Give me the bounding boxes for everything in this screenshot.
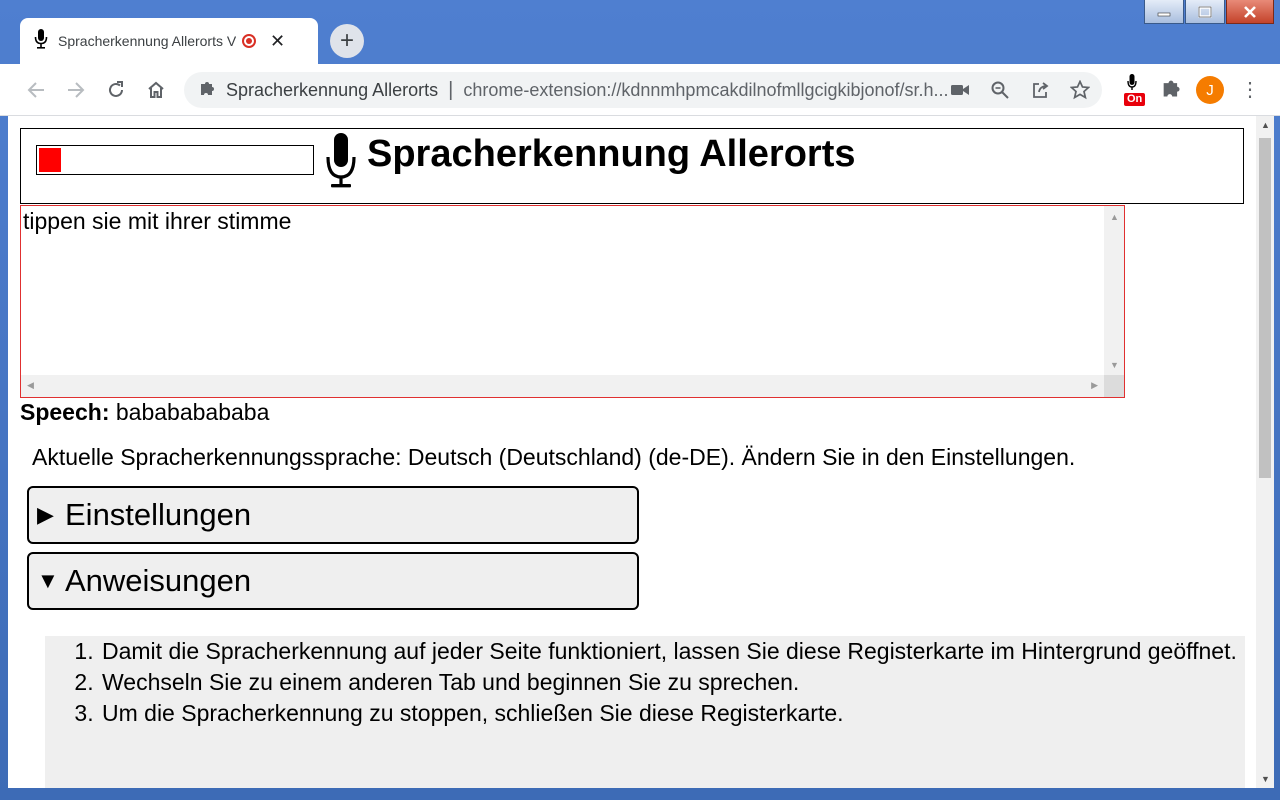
instructions-summary[interactable]: ▼ Anweisungen [27,552,639,610]
profile-avatar[interactable]: J [1196,76,1224,104]
tab-close-icon[interactable]: ✕ [270,32,285,50]
page-scroll-thumb[interactable] [1259,138,1271,478]
collapsed-triangle-icon: ▶ [37,502,54,527]
speech-label: Speech: [20,399,110,425]
textarea-vertical-scrollbar[interactable]: ▲ ▼ [1104,206,1124,376]
extensions-icon[interactable] [1160,77,1182,104]
browser-window: Spracherkennung Allerorts V ✕ + Spracher… [0,0,1280,800]
scroll-up-arrow-icon[interactable]: ▲ [1110,212,1119,222]
page-scroll-up-icon[interactable]: ▲ [1261,120,1270,130]
settings-summary[interactable]: ▶ Einstellungen [27,486,639,544]
new-tab-button[interactable]: + [330,24,364,58]
list-item: Um die Spracherkennung zu stoppen, schli… [100,698,1245,729]
list-item: Wechseln Sie zu einem anderen Tab und be… [100,667,1245,698]
address-bar[interactable]: Spracherkennung Allerorts | chrome-exten… [184,72,1102,108]
share-icon[interactable] [1028,78,1052,102]
expanded-triangle-icon: ▼ [37,568,59,593]
voice-extension-icon[interactable]: On [1118,74,1146,106]
omnibox-separator: | [448,78,454,101]
page-vertical-scrollbar[interactable]: ▲ ▼ [1256,116,1274,788]
zoom-icon[interactable] [988,78,1012,102]
instructions-list: Damit die Spracherkennung auf jeder Seit… [45,636,1245,729]
app-header: Spracherkennung Allerorts [20,128,1244,204]
camera-icon[interactable] [948,78,972,102]
transcript-textarea[interactable]: tippen sie mit ihrer stimme ▲ ▼ ◀ ▶ [20,205,1125,398]
instructions-panel: Damit die Spracherkennung auf jeder Seit… [45,636,1245,788]
url-text[interactable]: chrome-extension://kdnnmhpmcakdilnofmllg… [463,80,947,101]
page-scroll-down-icon[interactable]: ▼ [1261,774,1270,784]
active-tab[interactable]: Spracherkennung Allerorts V ✕ [20,18,318,64]
extension-puzzle-icon [198,79,216,102]
reload-icon[interactable] [104,78,128,102]
forward-icon[interactable] [64,78,88,102]
tab-strip: Spracherkennung Allerorts V ✕ + [0,0,1280,64]
speech-value: babababababa [115,399,270,425]
tab-title: Spracherkennung Allerorts V [58,33,236,49]
page-content: Spracherkennung Allerorts tippen sie mit… [8,116,1256,788]
microphone-icon[interactable] [325,133,357,196]
scroll-down-arrow-icon[interactable]: ▼ [1110,360,1119,370]
recording-indicator-icon [242,34,256,48]
home-icon[interactable] [144,78,168,102]
scroll-left-arrow-icon[interactable]: ◀ [27,380,34,391]
scroll-right-arrow-icon[interactable]: ▶ [1091,380,1098,391]
microphone-icon [34,28,48,54]
settings-label: Einstellungen [65,497,252,532]
speech-status: Speech: babababababa [20,399,269,426]
extension-on-badge: On [1124,93,1146,106]
window-bottom-border [0,788,1280,800]
list-item: Damit die Spracherkennung auf jeder Seit… [100,636,1245,667]
bookmark-star-icon[interactable] [1068,78,1092,102]
back-icon[interactable] [24,78,48,102]
transcript-text: tippen sie mit ihrer stimme [23,208,292,234]
audio-level-meter [36,145,314,175]
current-language-text: Aktuelle Spracherkennungssprache: Deutsc… [32,444,1076,470]
instructions-label: Anweisungen [65,563,252,598]
textarea-horizontal-scrollbar[interactable]: ◀ ▶ [21,375,1104,397]
audio-level-fill [39,148,61,172]
site-name: Spracherkennung Allerorts [226,79,439,100]
menu-icon[interactable]: ⋮ [1240,80,1260,100]
browser-toolbar: Spracherkennung Allerorts | chrome-exten… [0,64,1280,116]
textarea-resize-corner[interactable] [1104,375,1124,397]
app-title: Spracherkennung Allerorts [367,133,856,175]
